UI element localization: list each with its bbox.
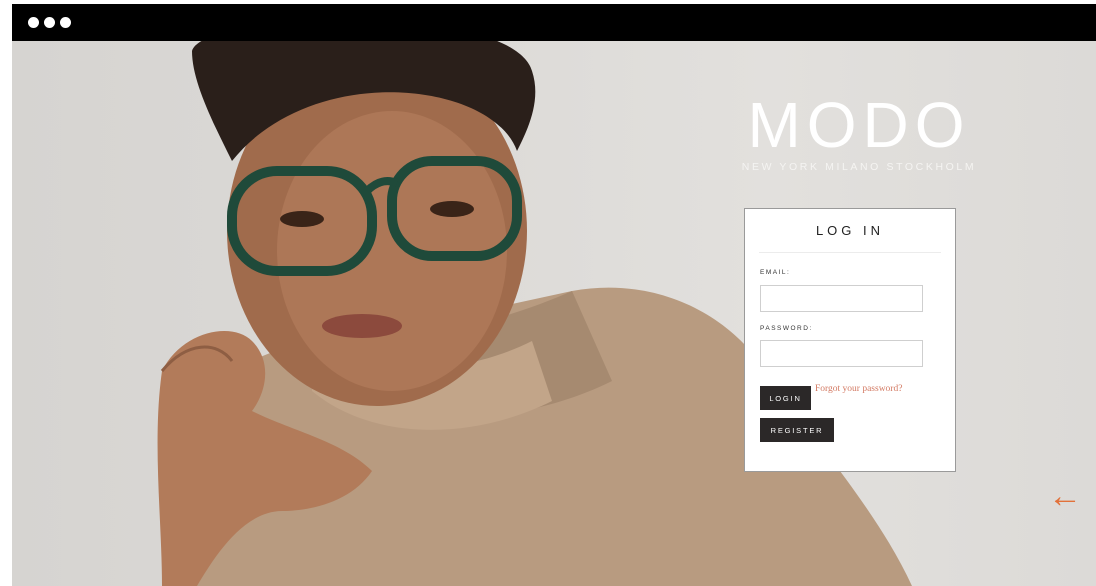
window-controls: [28, 17, 71, 28]
login-panel: LOG IN EMAIL: PASSWORD: LOGIN Forgot you…: [744, 208, 956, 472]
password-label: PASSWORD:: [760, 325, 813, 332]
forgot-password-link[interactable]: Forgot your password?: [815, 384, 902, 394]
login-divider: [759, 252, 941, 253]
browser-window: MODO NEW YORK MILANO STOCKHOLM LOG IN EM…: [12, 4, 1096, 586]
email-field[interactable]: [760, 285, 923, 312]
brand-tagline: NEW YORK MILANO STOCKHOLM: [741, 161, 977, 173]
hero-section: MODO NEW YORK MILANO STOCKHOLM LOG IN EM…: [12, 41, 1096, 586]
arrow-left-icon: ←: [1048, 477, 1082, 515]
brand-logo: MODO NEW YORK MILANO STOCKHOLM: [724, 93, 994, 173]
window-dot-icon[interactable]: [60, 17, 71, 28]
register-button[interactable]: REGISTER: [760, 418, 834, 442]
login-button[interactable]: LOGIN: [760, 386, 811, 410]
window-dot-icon[interactable]: [44, 17, 55, 28]
window-dot-icon[interactable]: [28, 17, 39, 28]
brand-name: MODO: [747, 89, 971, 161]
window-titlebar: [12, 4, 1096, 41]
password-field[interactable]: [760, 340, 923, 367]
email-label: EMAIL:: [760, 269, 791, 276]
login-title: LOG IN: [815, 223, 885, 238]
